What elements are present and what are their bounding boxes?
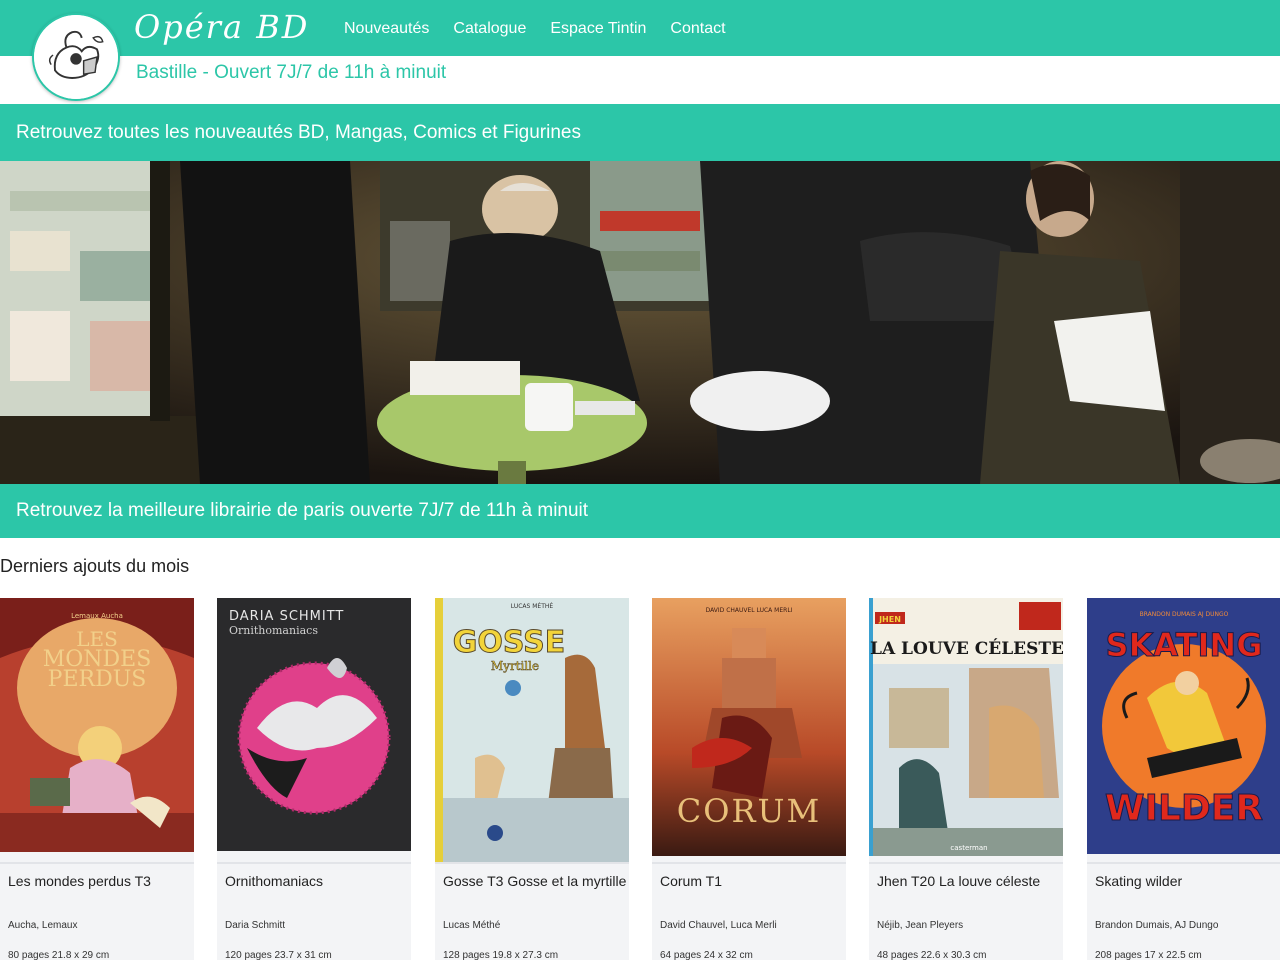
- book-cover[interactable]: LES MONDES PERDUS Lemaux Aucha: [0, 598, 194, 852]
- banner-top: Retrouvez toutes les nouveautés BD, Mang…: [0, 104, 1280, 161]
- cover-byline: DAVID CHAUVEL LUCA MERLI: [706, 607, 793, 614]
- book-card[interactable]: LES MONDES PERDUS Lemaux Aucha Les monde…: [0, 598, 194, 960]
- book-format: 120 pages 23.7 x 31 cm: [225, 950, 332, 960]
- hero-signing-image: [0, 161, 1280, 484]
- hero-photo: [0, 161, 1280, 484]
- book-cover[interactable]: LUCAS MÉTHÉ GOSSE Myrtille: [435, 598, 629, 863]
- book-title[interactable]: Ornithomaniacs: [225, 873, 323, 889]
- book-card[interactable]: DARIA SCHMITT Ornithomaniacs Ornithomani…: [217, 598, 411, 960]
- book-title[interactable]: Les mondes perdus T3: [8, 873, 151, 889]
- book-title[interactable]: Gosse T3 Gosse et la myrtille: [443, 873, 626, 889]
- site-brand[interactable]: Opéra BD: [134, 8, 309, 46]
- nav-contact[interactable]: Contact: [662, 18, 725, 40]
- card-divider: [869, 862, 1063, 864]
- book-authors: Daria Schmitt: [225, 920, 286, 931]
- card-divider: [1087, 862, 1280, 864]
- cover-art-image: JHEN LA LOUVE CÉLESTE casterman: [869, 598, 1063, 856]
- banner-bottom-text: Retrouvez la meilleure librairie de pari…: [16, 500, 589, 521]
- cover-lettering: CORUM: [677, 792, 822, 830]
- main-nav: Nouveautés Catalogue Espace Tintin Conta…: [336, 18, 726, 40]
- book-cover[interactable]: BRANDON DUMAIS AJ DUNGO SKATING WILDER: [1087, 598, 1280, 854]
- book-format: 80 pages 21.8 x 29 cm: [8, 950, 110, 960]
- cover-lettering: Myrtille: [491, 659, 539, 673]
- card-divider: [652, 862, 846, 864]
- book-cover[interactable]: JHEN LA LOUVE CÉLESTE casterman: [869, 598, 1063, 856]
- cover-art-image: LES MONDES PERDUS Lemaux Aucha: [0, 598, 194, 852]
- cover-byline: BRANDON DUMAIS AJ DUNGO: [1140, 611, 1229, 618]
- cover-art-image: BRANDON DUMAIS AJ DUNGO SKATING WILDER: [1087, 598, 1280, 854]
- cover-lettering: GOSSE: [453, 625, 566, 660]
- book-authors: Néjib, Jean Pleyers: [877, 920, 964, 931]
- section-title: Derniers ajouts du mois: [0, 556, 190, 576]
- cover-lettering: Ornithomaniacs: [229, 624, 318, 637]
- card-divider: [0, 862, 194, 864]
- cover-byline: casterman: [950, 844, 987, 852]
- cover-art-image: LUCAS MÉTHÉ GOSSE Myrtille: [435, 598, 629, 863]
- book-card[interactable]: DAVID CHAUVEL LUCA MERLI CORUM Corum T1 …: [652, 598, 846, 960]
- book-authors: David Chauvel, Luca Merli: [660, 920, 777, 931]
- banner-top-text: Retrouvez toutes les nouveautés BD, Mang…: [16, 121, 581, 143]
- cover-lettering: DARIA SCHMITT: [229, 609, 344, 624]
- book-card[interactable]: JHEN LA LOUVE CÉLESTE casterman Jhen T20…: [869, 598, 1063, 960]
- nav-espace-tintin[interactable]: Espace Tintin: [542, 18, 646, 40]
- store-tagline: Bastille - Ouvert 7J/7 de 11h à minuit: [136, 62, 447, 83]
- logo-illustration-icon: [34, 15, 118, 99]
- banner-bottom: Retrouvez la meilleure librairie de pari…: [0, 484, 1280, 538]
- book-cover[interactable]: DARIA SCHMITT Ornithomaniacs: [217, 598, 411, 851]
- book-authors: Lucas Méthé: [443, 920, 501, 931]
- book-format: 48 pages 22.6 x 30.3 cm: [877, 950, 987, 960]
- logo[interactable]: [32, 13, 120, 101]
- book-title[interactable]: Skating wilder: [1095, 873, 1182, 889]
- book-title[interactable]: Jhen T20 La louve céleste: [877, 873, 1040, 889]
- cover-art-image: DARIA SCHMITT Ornithomaniacs: [217, 598, 411, 851]
- cover-lettering: JHEN: [878, 615, 901, 624]
- book-authors: Brandon Dumais, AJ Dungo: [1095, 920, 1219, 931]
- cover-art-image: DAVID CHAUVEL LUCA MERLI CORUM: [652, 598, 846, 856]
- card-divider: [217, 862, 411, 864]
- book-card[interactable]: LUCAS MÉTHÉ GOSSE Myrtille Gosse T3 Goss…: [435, 598, 629, 960]
- card-divider: [435, 862, 629, 864]
- nav-catalogue[interactable]: Catalogue: [445, 18, 526, 40]
- book-cover[interactable]: DAVID CHAUVEL LUCA MERLI CORUM: [652, 598, 846, 856]
- cover-lettering: SKATING: [1106, 626, 1263, 664]
- nav-nouveautes[interactable]: Nouveautés: [336, 18, 429, 40]
- cover-lettering: PERDUS: [48, 667, 147, 692]
- book-authors: Aucha, Lemaux: [8, 920, 78, 931]
- cover-lettering: LA LOUVE CÉLESTE: [870, 638, 1063, 659]
- book-card[interactable]: BRANDON DUMAIS AJ DUNGO SKATING WILDER S…: [1087, 598, 1280, 960]
- book-title[interactable]: Corum T1: [660, 873, 722, 889]
- cover-lettering: WILDER: [1105, 788, 1263, 829]
- book-format: 64 pages 24 x 32 cm: [660, 950, 753, 960]
- book-list: LES MONDES PERDUS Lemaux Aucha Les monde…: [0, 598, 1280, 960]
- book-format: 128 pages 19.8 x 27.3 cm: [443, 950, 559, 960]
- cover-byline: LUCAS MÉTHÉ: [511, 602, 554, 610]
- book-format: 208 pages 17 x 22.5 cm: [1095, 950, 1202, 960]
- cover-byline: Lemaux Aucha: [71, 612, 123, 620]
